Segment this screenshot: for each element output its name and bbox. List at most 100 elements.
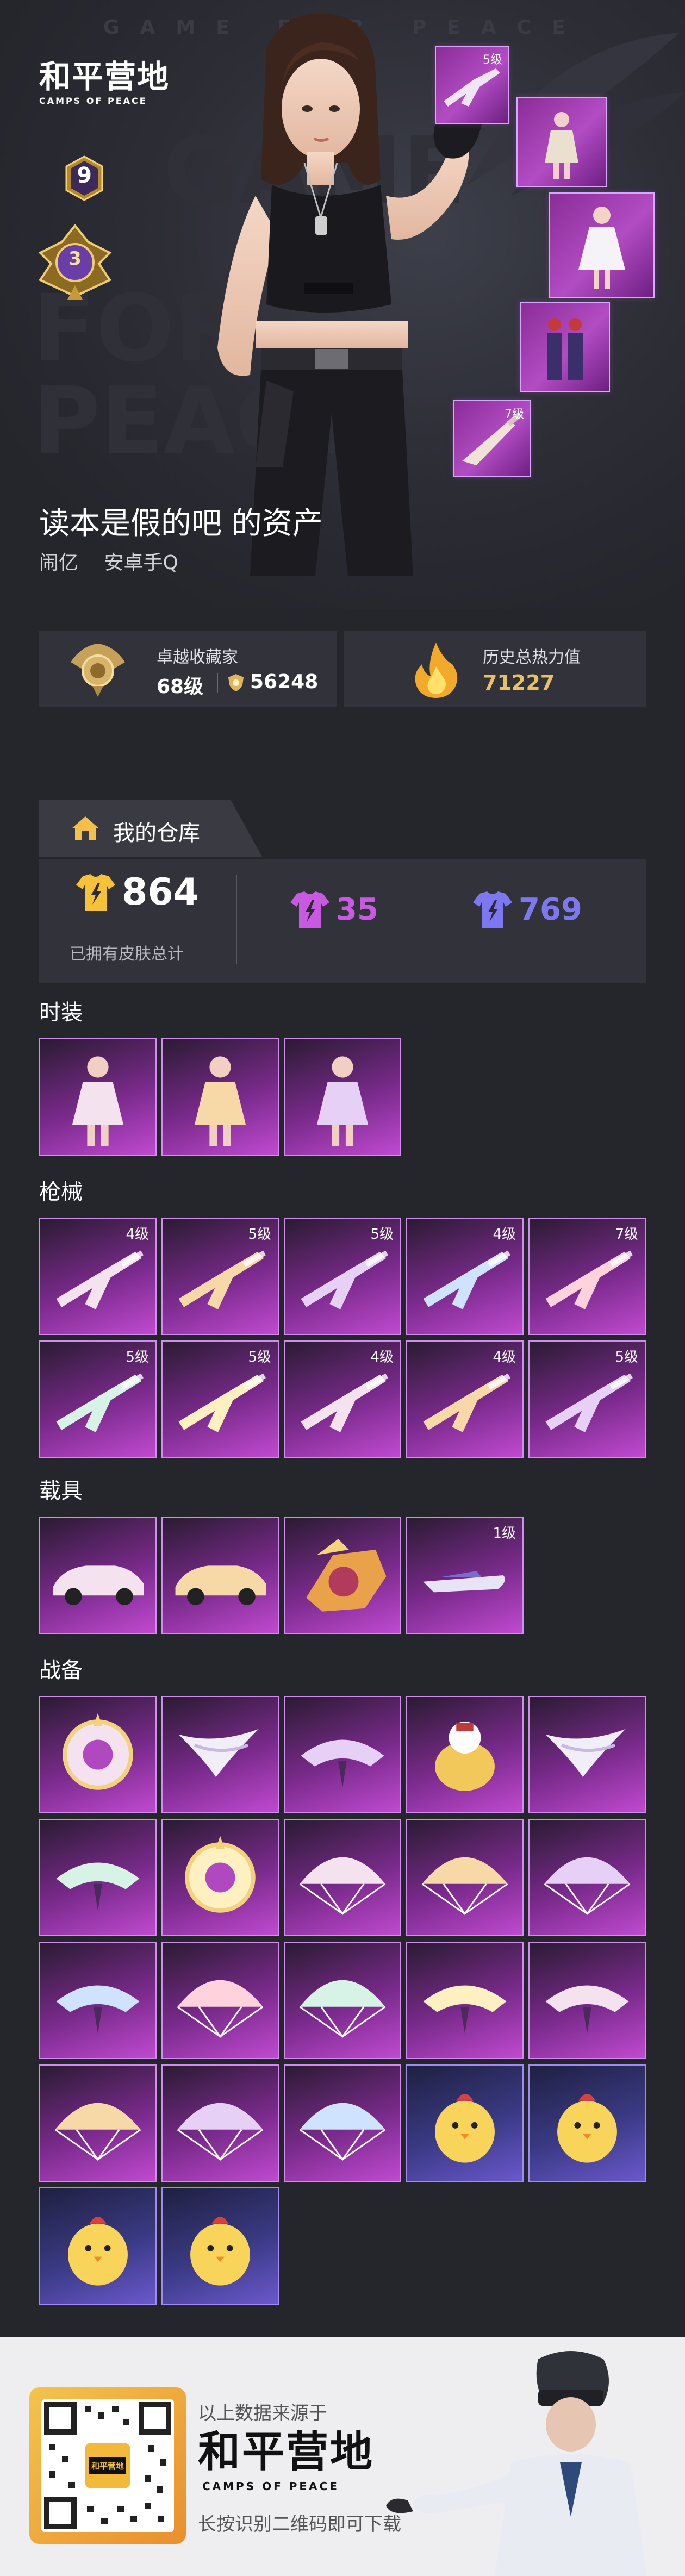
gear-item[interactable] (161, 1819, 279, 1936)
gun-item[interactable]: 5级 (284, 1218, 401, 1335)
outfit-icon (72, 1056, 124, 1146)
footer-source-text: 以上数据来源于 (198, 2403, 327, 2424)
chick-icon (68, 2217, 128, 2286)
gun-item[interactable]: 5级 (161, 1340, 279, 1458)
outfit-icon (545, 112, 578, 179)
vehicle-icon (306, 1539, 387, 1612)
gear-item[interactable] (39, 1819, 157, 1936)
gun-item[interactable]: 4级 (406, 1340, 524, 1458)
section-title-gear: 战备 (39, 1658, 83, 1683)
car-icon (175, 1565, 266, 1605)
parachute-icon (299, 2103, 386, 2161)
gun-item[interactable]: 7级 (528, 1218, 646, 1335)
gold-shirt-icon (76, 874, 115, 911)
flame-icon (415, 643, 458, 698)
glider-icon (301, 1739, 384, 1788)
gear-item[interactable] (161, 2064, 279, 2182)
chick-icon (190, 2217, 250, 2286)
emblem-icon (185, 1836, 256, 1913)
gun-item[interactable]: 5级 (39, 1340, 157, 1458)
parachute-icon (299, 1857, 386, 1916)
section-title-vehicles: 载具 (39, 1479, 83, 1504)
gear-item[interactable] (284, 2064, 401, 2182)
gear-item[interactable] (528, 1819, 646, 1936)
gun-item[interactable]: 4级 (284, 1340, 401, 1458)
gear-item[interactable] (39, 2187, 157, 2305)
gear-item[interactable] (39, 1696, 157, 1813)
hero-item-outfit-1[interactable] (516, 97, 607, 187)
gear-item[interactable] (528, 2064, 646, 2182)
qr-code[interactable]: 和平营地 (29, 2387, 186, 2544)
level-number: 9 (77, 163, 92, 188)
glider-icon (56, 1985, 140, 2034)
gear-item[interactable] (39, 1942, 157, 2059)
total-skins-label: 已拥有皮肤总计 (70, 945, 184, 964)
outfit-icon (547, 318, 583, 380)
gear-item[interactable] (284, 1819, 401, 1936)
gun-item[interactable]: 4级 (406, 1218, 524, 1335)
gear-item[interactable] (161, 1942, 279, 2059)
owner-subtitle: 闹亿 安卓手Q (39, 547, 198, 575)
collector-medal-icon (71, 644, 125, 697)
collector-score: 56248 (250, 671, 319, 693)
house-icon (72, 816, 99, 840)
gear-item[interactable] (284, 1696, 401, 1813)
gear-item[interactable] (406, 1942, 524, 2059)
item-level: 5级 (248, 1349, 271, 1365)
gun-item[interactable]: 5级 (161, 1218, 279, 1335)
soldier-mascot (386, 2351, 647, 2576)
parachute-icon (299, 1980, 386, 2038)
fashion-item[interactable] (161, 1038, 279, 1156)
owner-platform: 安卓手Q (104, 552, 178, 574)
gun-item[interactable]: 5级 (528, 1340, 646, 1458)
heat-stat-card: 历史总热力值 71227 (344, 631, 646, 707)
gear-item[interactable] (406, 2064, 524, 2182)
collector-stat-card: 卓越收藏家 68级 56248 (39, 631, 337, 707)
tab-warehouse[interactable]: 我的仓库 (39, 800, 262, 857)
gear-item[interactable] (284, 1942, 401, 2059)
vehicle-item[interactable] (284, 1517, 401, 1634)
vehicle-item[interactable] (39, 1517, 157, 1634)
vehicle-item[interactable]: 1级 (406, 1517, 524, 1634)
hero-item-gun-1[interactable]: 5级 (435, 46, 509, 124)
gear-item[interactable] (528, 1942, 646, 2059)
chick-icon (557, 2094, 617, 2163)
item-level: 4级 (126, 1226, 149, 1243)
chick-icon (435, 2094, 495, 2163)
footer-logo-en: CAMPS OF PEACE (202, 2480, 339, 2493)
item-level: 1级 (493, 1525, 516, 1542)
item-level: 4级 (493, 1349, 516, 1365)
glider-icon (545, 1985, 629, 2034)
parachute-icon (544, 1857, 631, 1916)
fashion-item[interactable] (284, 1038, 401, 1156)
item-level: 4级 (493, 1226, 516, 1243)
gear-item[interactable] (161, 2187, 279, 2305)
footer: 和平营地 以上数据来源于 和平营地 CAMPS OF PEACE 长按识别二维码… (0, 2337, 685, 2576)
item-level: 5级 (126, 1349, 149, 1365)
rank-number: 3 (68, 248, 82, 270)
collector-level: 68级 (157, 676, 204, 698)
gun-item[interactable]: 4级 (39, 1218, 157, 1335)
warehouse-summary: 864 已拥有皮肤总计 35 769 (39, 859, 646, 983)
parachute-icon (177, 2103, 264, 2161)
item-level: 5级 (248, 1226, 271, 1243)
collector-label: 卓越收藏家 (157, 648, 238, 667)
gear-item[interactable] (406, 1696, 524, 1813)
hero-item-outfit-2[interactable] (549, 192, 655, 298)
fashion-item[interactable] (39, 1038, 157, 1156)
total-skins: 864 (122, 871, 199, 914)
gear-item[interactable] (161, 1696, 279, 1813)
hero-item-gun-2[interactable]: 7级 (453, 400, 531, 477)
item-level: 4级 (370, 1349, 394, 1365)
score-shield-icon (228, 674, 244, 691)
section-title-fashion: 时装 (39, 1000, 83, 1025)
hero-item-outfit-3[interactable] (520, 302, 610, 392)
gear-item[interactable] (528, 1696, 646, 1813)
vehicle-item[interactable] (161, 1517, 279, 1634)
warehouse-title: 我的仓库 (113, 821, 200, 846)
gear-item[interactable] (406, 1819, 524, 1936)
gear-item[interactable] (39, 2064, 157, 2182)
footer-logo: 和平营地 (198, 2428, 375, 2477)
parachute-icon (54, 2103, 141, 2161)
parachute-icon (421, 1857, 508, 1916)
